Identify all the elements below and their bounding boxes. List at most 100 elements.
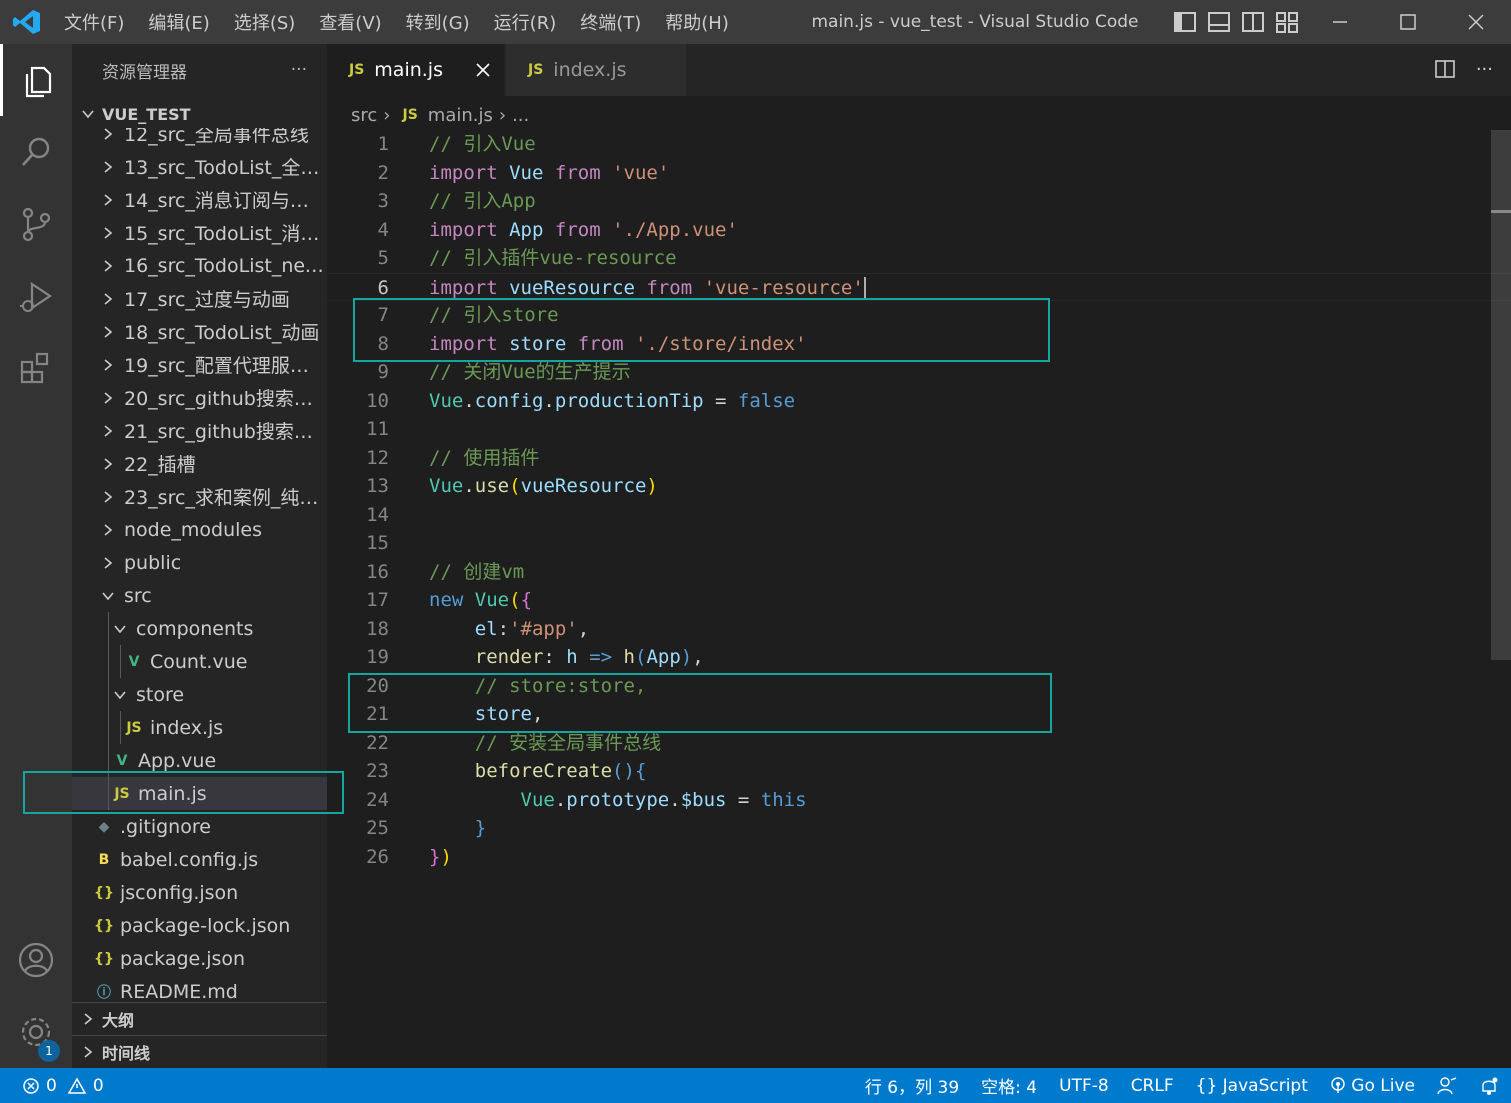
close-window-button[interactable] [1442,0,1510,44]
tree-folder[interactable]: 18_src_TodoList_动画 [72,315,327,348]
tree-file[interactable]: V Count.vue [72,645,327,678]
explorer-button[interactable] [0,44,72,116]
explorer-more-button[interactable]: ··· [291,60,307,80]
code-line: 17 new Vue({ [327,586,1511,615]
workspace-root[interactable]: VUE_TEST [72,100,327,128]
tree-folder[interactable]: 15_src_TodoList_消息... [72,216,327,249]
timeline-label: 时间线 [102,1044,151,1063]
breadcrumb-file[interactable]: main.js [428,105,493,126]
code-line: 2 import Vue from 'vue' [327,159,1511,188]
timeline-section[interactable]: 时间线 [72,1035,327,1068]
problems-indicator[interactable]: 0 0 [22,1068,104,1103]
line-content: }) [429,843,452,872]
minimize-button[interactable] [1306,0,1374,44]
run-debug-button[interactable] [0,260,72,332]
tree-folder[interactable]: 22_插槽 [72,447,327,480]
accounts-feedback-icon[interactable] [1437,1076,1457,1096]
tree-file[interactable]: {} jsconfig.json [72,876,327,909]
tree-folder[interactable]: src [72,579,327,612]
tree-folder[interactable]: 17_src_过度与动画 [72,282,327,315]
manage-button[interactable]: 1 [0,996,72,1068]
line-number: 17 [366,589,389,611]
account-button[interactable] [0,924,72,996]
tree-file[interactable]: {} package-lock.json [72,909,327,942]
toggle-sidebar-icon[interactable] [1172,10,1198,34]
code-token: . [554,788,567,811]
breadcrumb-symbol[interactable]: ... [512,105,529,126]
line-content: // 引入Vue [429,130,536,159]
close-tab-icon[interactable] [474,61,492,79]
chevron-right-icon [100,159,116,175]
tree-folder[interactable]: 20_src_github搜索案例 [72,381,327,414]
status-bar: 0 0 行 6，列 39 空格: 4 UTF-8 CRLF {} JavaScr… [0,1068,1511,1103]
tree-file[interactable]: ◆ .gitignore [72,810,327,843]
explorer-icon [25,66,51,98]
breadcrumb-folder[interactable]: src [351,105,377,126]
tree-folder[interactable]: public [72,546,327,579]
code-token: // 创建vm [429,560,525,583]
editor-actions: ··· [1434,58,1493,80]
menu-item[interactable]: 编辑(E) [136,9,221,35]
outline-section[interactable]: 大纲 [72,1002,327,1035]
line-number: 11 [366,418,389,440]
tree-folder[interactable]: 19_src_配置代理服务器 [72,348,327,381]
notifications-bell-icon[interactable] [1479,1076,1499,1096]
line-content: render: h => h(App), [429,643,704,672]
maximize-icon [1400,14,1416,30]
more-actions-icon[interactable]: ··· [1476,59,1493,80]
source-control-button[interactable] [0,188,72,260]
tree-folder[interactable]: 13_src_TodoList_全局... [72,150,327,183]
customize-layout-icon[interactable] [1274,10,1300,34]
tree-item-label: 18_src_TodoList_动画 [124,322,320,344]
menu-item[interactable]: 文件(F) [52,9,136,35]
go-live-button[interactable]: Go Live [1330,1076,1415,1096]
tree-file[interactable]: {} package.json [72,942,327,975]
tree-folder[interactable]: 14_src_消息订阅与发布 [72,183,327,216]
tab-main-js[interactable]: JS main.js [327,44,504,96]
tree-folder[interactable]: components [72,612,327,645]
menu-item[interactable]: 帮助(H) [653,9,741,35]
code-editor[interactable]: 1 // 引入Vue 2 import Vue from 'vue' 3 // 引入App… [327,130,1511,871]
tree-folder[interactable]: 16_src_TodoList_nextT... [72,249,327,282]
tab-index-js[interactable]: JS index.js [506,44,686,96]
menu-item[interactable]: 终端(T) [568,9,653,35]
chevron-right-icon [84,1046,93,1058]
tree-folder[interactable]: 23_src_求和案例_纯vu... [72,480,327,513]
tree-folder[interactable]: 21_src_github搜索案... [72,414,327,447]
code-line: 19 render: h => h(App), [327,643,1511,672]
window-controls [1306,0,1510,44]
code-token: = [703,389,738,412]
tree-folder[interactable]: node_modules [72,513,327,546]
tree-folder[interactable]: store [72,678,327,711]
tree-item-label: jsconfig.json [120,881,239,904]
extensions-button[interactable] [0,332,72,404]
indent-guide [120,711,121,744]
toggle-secondary-sidebar-icon[interactable] [1240,10,1266,34]
code-token: config [474,389,544,412]
cursor-position[interactable]: 行 6，列 39 [865,1073,959,1098]
maximize-button[interactable] [1374,0,1442,44]
status-right: 行 6，列 39 空格: 4 UTF-8 CRLF {} JavaScript … [865,1068,1499,1103]
menu-item[interactable]: 转到(G) [394,9,482,35]
encoding[interactable]: UTF-8 [1059,1076,1109,1096]
indentation[interactable]: 空格: 4 [981,1073,1037,1098]
tree-item-label: 22_插槽 [124,454,196,476]
tree-file[interactable]: JS index.js [72,711,327,744]
code-token: ) [646,475,658,497]
vue-file-icon: V [116,752,128,769]
menu-item[interactable]: 查看(V) [307,9,393,35]
end-of-line[interactable]: CRLF [1131,1076,1174,1096]
split-editor-icon[interactable] [1434,58,1456,80]
menu-item[interactable]: 选择(S) [222,9,307,35]
menu-item[interactable]: 运行(R) [482,9,569,35]
line-content: // 创建vm [429,558,524,587]
language-mode[interactable]: {} JavaScript [1196,1076,1308,1096]
code-line: 9 // 关闭Vue的生产提示 [327,358,1511,387]
toggle-panel-icon[interactable] [1206,10,1232,34]
tree-file[interactable]: Bbabel.config.js [72,843,327,876]
search-button[interactable] [0,116,72,188]
line-number: 13 [366,475,389,497]
